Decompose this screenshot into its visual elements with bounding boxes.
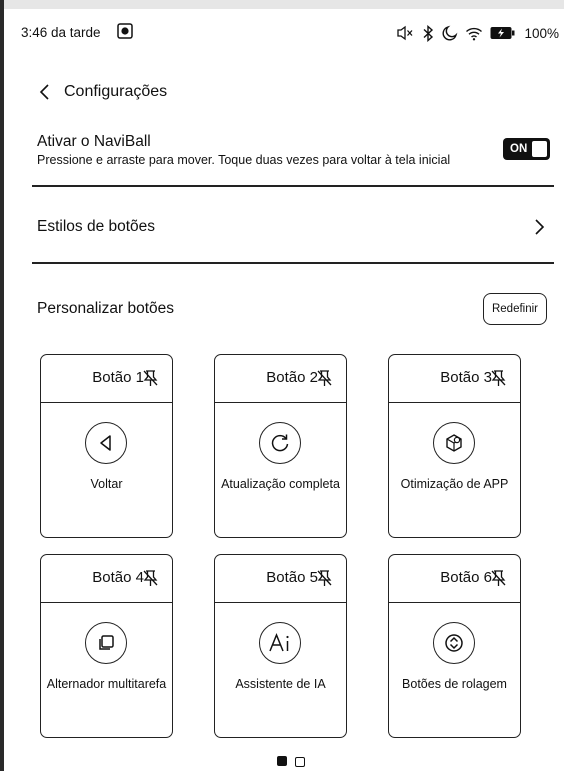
moon-icon: [443, 25, 458, 41]
ai-icon: [269, 633, 289, 652]
unpin-icon[interactable]: [316, 369, 333, 387]
back-triangle-icon: [100, 435, 111, 451]
customize-label: Personalizar botões: [37, 300, 174, 317]
function-icon-circle: [259, 422, 301, 464]
button-card-1[interactable]: Botão 1 Voltar: [40, 354, 173, 538]
top-edge: [0, 0, 564, 9]
chevron-left-icon[interactable]: [38, 83, 52, 101]
card-header: Botão 3: [389, 355, 520, 403]
wifi-icon: [466, 27, 483, 40]
left-edge: [0, 0, 4, 771]
card-title: Botão 4: [92, 569, 144, 586]
button-styles-row[interactable]: Estilos de botões: [37, 214, 545, 240]
toggle-knob: [532, 141, 547, 157]
function-icon-circle: [433, 622, 475, 664]
naviball-title: Ativar o NaviBall: [37, 133, 151, 150]
naviball-toggle[interactable]: ON: [503, 138, 550, 160]
card-header: Botão 4: [41, 555, 172, 603]
chevron-right-icon: [535, 219, 545, 235]
button-card-3[interactable]: Botão 3 Otimização de APP: [388, 354, 521, 538]
function-icon-circle: [259, 622, 301, 664]
page-title: Configurações: [64, 83, 168, 100]
naviball-description: Pressione e arraste para mover. Toque du…: [37, 153, 451, 167]
unpin-icon[interactable]: [142, 569, 159, 587]
divider: [32, 185, 554, 187]
card-function-label: Voltar: [90, 477, 123, 491]
function-icon-circle: [85, 422, 127, 464]
app-icon: [117, 23, 133, 39]
bluetooth-icon: [423, 24, 434, 42]
page-header: Configurações: [38, 80, 167, 104]
function-icon-circle: [433, 422, 475, 464]
button-card-6[interactable]: Botão 6 Botões de rolagem: [388, 554, 521, 738]
card-function-label: Atualização completa: [221, 477, 340, 491]
button-card-4[interactable]: Botão 4 Alternador multitarefa: [40, 554, 173, 738]
divider: [32, 262, 554, 264]
page-dot-active[interactable]: [277, 756, 287, 766]
mute-icon: [397, 25, 413, 41]
card-function-label: Alternador multitarefa: [46, 677, 167, 691]
button-card-5[interactable]: Botão 5 Assistente de IA: [214, 554, 347, 738]
unpin-icon[interactable]: [490, 569, 507, 587]
button-card-2[interactable]: Botão 2 Atualização completa: [214, 354, 347, 538]
refresh-icon: [271, 434, 289, 452]
unpin-icon[interactable]: [490, 369, 507, 387]
function-icon-circle: [85, 622, 127, 664]
page-indicator: [277, 756, 305, 767]
multitask-icon: [99, 635, 114, 650]
card-title: Botão 3: [440, 369, 492, 386]
unpin-icon[interactable]: [142, 369, 159, 387]
toggle-on-label: ON: [510, 143, 528, 155]
card-title: Botão 1: [92, 369, 144, 386]
unpin-icon[interactable]: [316, 569, 333, 587]
card-header: Botão 6: [389, 555, 520, 603]
card-title: Botão 5: [266, 569, 318, 586]
card-title: Botão 6: [440, 569, 492, 586]
card-function-label: Otimização de APP: [400, 477, 509, 491]
card-header: Botão 5: [215, 555, 346, 603]
battery-percent: 100%: [524, 25, 559, 41]
card-header: Botão 1: [41, 355, 172, 403]
status-time: 3:46 da tarde: [21, 25, 101, 40]
page-dot-inactive[interactable]: [295, 756, 305, 767]
card-function-label: Botões de rolagem: [402, 677, 507, 691]
card-title: Botão 2: [266, 369, 318, 386]
scroll-icon: [445, 634, 463, 652]
reset-button[interactable]: Redefinir: [483, 293, 547, 325]
card-function-label: Assistente de IA: [235, 677, 326, 691]
app-optimize-icon: [446, 434, 462, 452]
battery-icon: [490, 27, 515, 39]
card-header: Botão 2: [215, 355, 346, 403]
status-bar: 3:46 da tarde 100%: [21, 22, 559, 44]
button-styles-label: Estilos de botões: [37, 218, 156, 235]
